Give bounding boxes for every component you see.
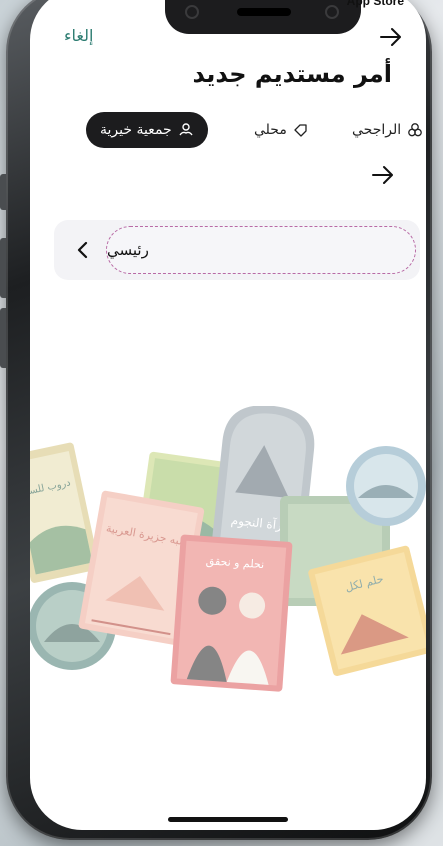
account-select-field[interactable]: رئيسي (106, 226, 416, 274)
tab-charity[interactable]: جمعية خيرية (86, 112, 208, 148)
phone-frame: ' • App Store إلغاء أمر مستديم جديد جمعي… (0, 0, 432, 840)
stamps-illustration: دروب للسلام شبه جزيرة العربية مرآة النجو… (30, 406, 426, 692)
tab-charity-label: جمعية خيرية (100, 122, 172, 138)
cancel-button[interactable]: إلغاء (64, 26, 93, 45)
sensor-icon (325, 5, 339, 19)
screen: ' • App Store إلغاء أمر مستديم جديد جمعي… (30, 0, 426, 830)
speaker (237, 8, 291, 16)
back-to-app-store-link[interactable]: App Store (347, 0, 404, 8)
forward-arrow-icon[interactable] (378, 26, 404, 48)
transfer-type-tabs: جمعية خيرية محلي الراجحي (86, 112, 422, 148)
volume-up-button (0, 238, 6, 298)
tab-alrajhi-label: الراجحي (352, 122, 402, 138)
home-indicator (168, 817, 288, 822)
page-title: أمر مستديم جديد (192, 60, 392, 88)
hands-heart-icon (179, 123, 193, 136)
tab-local-label: محلي (254, 122, 287, 138)
tab-alrajhi[interactable]: الراجحي (352, 112, 423, 148)
chevron-left-icon[interactable] (72, 238, 94, 262)
status-left-text: ' • (74, 0, 91, 4)
volume-down-button (0, 308, 6, 368)
mute-switch (0, 174, 6, 210)
camera-icon (185, 5, 199, 19)
next-arrow-icon[interactable] (370, 164, 396, 186)
tag-icon (294, 124, 307, 137)
notch (165, 0, 361, 34)
bank-logo-icon (408, 123, 422, 137)
account-selector: رئيسي (54, 220, 420, 280)
tab-local[interactable]: محلي (254, 112, 309, 148)
